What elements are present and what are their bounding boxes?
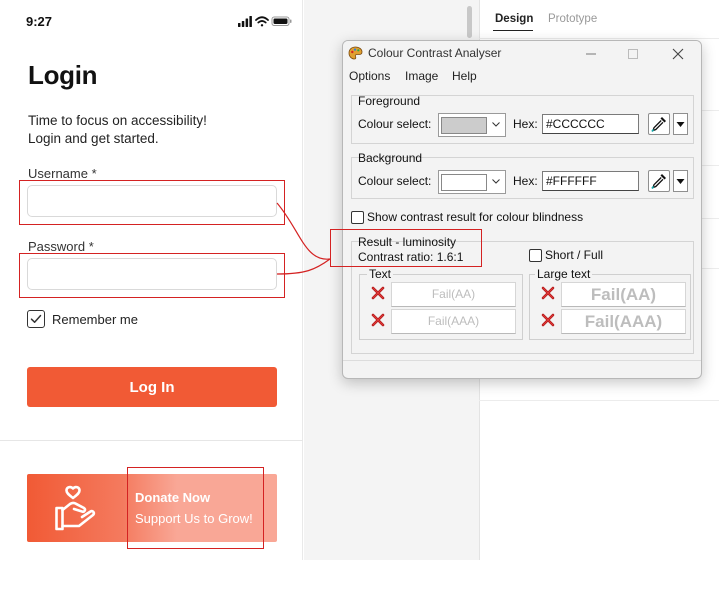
background-select-label: Colour select: — [358, 174, 432, 188]
panel-divider — [479, 38, 719, 39]
short-full-checkbox[interactable] — [529, 249, 542, 262]
remember-me-checkbox[interactable] — [27, 310, 45, 328]
status-bar-icons — [238, 16, 292, 27]
status-bar-divider — [343, 360, 701, 361]
foreground-options-button[interactable] — [673, 113, 688, 135]
tab-design[interactable]: Design — [495, 13, 533, 25]
annotation-box — [19, 253, 285, 298]
login-subtitle: Time to focus on accessibility! Login an… — [28, 112, 268, 148]
tab-design-underline — [493, 30, 533, 31]
cca-titlebar[interactable]: Colour Contrast Analyser — [343, 41, 701, 66]
panel-divider — [700, 165, 719, 166]
colour-blindness-label[interactable]: Show contrast result for colour blindnes… — [367, 210, 583, 224]
fail-x-icon — [541, 313, 555, 327]
close-icon — [672, 48, 684, 60]
background-hex-label: Hex: — [513, 174, 538, 188]
menu-options[interactable]: Options — [349, 69, 390, 83]
fail-x-icon — [371, 286, 385, 300]
menu-help[interactable]: Help — [452, 69, 477, 83]
foreground-swatch — [441, 117, 487, 134]
foreground-hex-input[interactable]: #CCCCCC — [542, 114, 639, 134]
tab-prototype[interactable]: Prototype — [548, 13, 597, 25]
status-time: 9:27 — [26, 14, 53, 29]
eyedropper-icon — [651, 174, 666, 190]
background-options-button[interactable] — [673, 170, 688, 192]
username-label: Username * — [28, 166, 97, 181]
large-text-label: Large text — [535, 267, 593, 281]
panel-divider — [700, 268, 719, 269]
fail-x-icon — [371, 313, 385, 327]
checkmark-icon — [30, 314, 42, 323]
menu-image[interactable]: Image — [405, 69, 438, 83]
text-aa-result: Fail(AA) — [391, 282, 516, 307]
battery-icon — [271, 16, 292, 26]
annotation-box — [127, 467, 264, 549]
signal-icon — [238, 16, 252, 27]
foreground-select-label: Colour select: — [358, 117, 432, 131]
text-label: Text — [367, 267, 394, 281]
foreground-label: Foreground — [358, 94, 421, 108]
large-aaa-result: Fail(AAA) — [561, 309, 686, 334]
cca-window: Colour Contrast Analyser Options Image H… — [342, 40, 702, 379]
canvas-scrollbar[interactable] — [467, 6, 472, 38]
triangle-down-icon — [676, 122, 685, 127]
fail-x-icon — [541, 286, 555, 300]
remember-me-label[interactable]: Remember me — [52, 312, 138, 327]
large-aa-result: Fail(AA) — [561, 282, 686, 307]
menu-bar: Options Image Help — [343, 66, 701, 86]
annotation-box — [19, 180, 285, 225]
maximize-icon — [628, 49, 638, 59]
background-label: Background — [358, 151, 423, 165]
triangle-down-icon — [676, 179, 685, 184]
panel-divider — [700, 110, 719, 111]
page-title: Login — [28, 60, 98, 90]
background-swatch — [441, 174, 487, 191]
window-title: Colour Contrast Analyser — [368, 46, 502, 60]
background-colour-select[interactable] — [438, 170, 506, 194]
panel-divider — [700, 218, 719, 219]
panel-divider — [479, 400, 719, 401]
chevron-down-icon — [492, 179, 500, 184]
password-label: Password * — [28, 239, 94, 254]
foreground-colour-select[interactable] — [438, 113, 506, 137]
background-picker-button[interactable] — [648, 170, 670, 192]
annotation-box — [330, 229, 482, 267]
subtitle-line: Time to focus on accessibility! — [28, 113, 207, 128]
text-aaa-result: Fail(AAA) — [391, 309, 516, 334]
foreground-hex-label: Hex: — [513, 117, 538, 131]
heart-hand-icon — [55, 485, 96, 531]
eyedropper-icon — [651, 117, 666, 133]
foreground-picker-button[interactable] — [648, 113, 670, 135]
close-button[interactable] — [668, 44, 688, 62]
background-hex-input[interactable]: #FFFFFF — [542, 171, 639, 191]
palette-icon — [348, 46, 363, 60]
wifi-icon — [255, 16, 269, 27]
minimize-icon — [586, 53, 596, 55]
short-full-label[interactable]: Short / Full — [545, 248, 603, 262]
subtitle-line: Login and get started. — [28, 131, 159, 146]
login-button[interactable]: Log In — [27, 367, 277, 407]
maximize-button[interactable] — [623, 44, 643, 62]
minimize-button[interactable] — [581, 44, 601, 62]
section-divider — [0, 440, 303, 441]
colour-blindness-checkbox[interactable] — [351, 211, 364, 224]
chevron-down-icon — [492, 122, 500, 127]
